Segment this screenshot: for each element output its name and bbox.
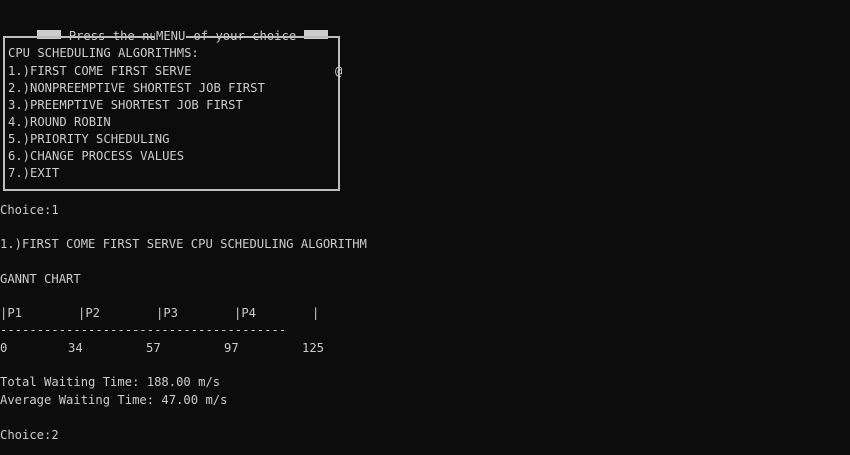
- choice-line-1: Choice:1: [0, 203, 59, 217]
- gantt-cell-p2: |P2: [78, 306, 101, 320]
- algorithm-title: 1.)FIRST COME FIRST SERVE CPU SCHEDULING…: [0, 237, 367, 251]
- gantt-cell-p4: |P4: [234, 306, 257, 320]
- gantt-time-3: 97: [224, 341, 239, 355]
- menu-heading: CPU SCHEDULING ALGORITHMS:: [8, 46, 199, 60]
- menu-item-preemptive-sjf: 3.)PREEMPTIVE SHORTEST JOB FIRST: [8, 98, 243, 112]
- choice-line-2: Choice:2: [0, 428, 59, 442]
- gantt-time-1: 34: [68, 341, 83, 355]
- gantt-time-4: 125: [302, 341, 325, 355]
- gantt-separator: ---------------------------------------: [0, 323, 287, 337]
- menu-item-fcfs: 1.)FIRST COME FIRST SERVE: [8, 64, 192, 78]
- menu-item-exit: 7.)EXIT: [8, 166, 60, 180]
- menu-box: MENU CPU SCHEDULING ALGORITHMS: 1.)FIRST…: [3, 28, 340, 191]
- cursor-glyph: @: [335, 64, 343, 78]
- total-waiting-time: Total Waiting Time: 188.00 m/s: [0, 375, 221, 389]
- console-window[interactable]: Press the number of your choice MENU CPU…: [0, 0, 850, 455]
- gantt-time-0: 0: [0, 341, 8, 355]
- gantt-cell-p1: |P1: [0, 306, 23, 320]
- menu-item-priority: 5.)PRIORITY SCHEDULING: [8, 132, 170, 146]
- gantt-title: GANNT CHART: [0, 272, 81, 286]
- menu-item-nonpreemptive-sjf: 2.)NONPREEMPTIVE SHORTEST JOB FIRST: [8, 81, 265, 95]
- average-waiting-time: Average Waiting Time: 47.00 m/s: [0, 393, 228, 407]
- menu-item-change-values: 6.)CHANGE PROCESS VALUES: [8, 149, 185, 163]
- menu-title: MENU: [155, 28, 187, 45]
- menu-item-round-robin: 4.)ROUND ROBIN: [8, 115, 111, 129]
- gantt-time-2: 57: [146, 341, 161, 355]
- gantt-cell-end: |: [312, 306, 320, 320]
- gantt-cell-p3: |P3: [156, 306, 179, 320]
